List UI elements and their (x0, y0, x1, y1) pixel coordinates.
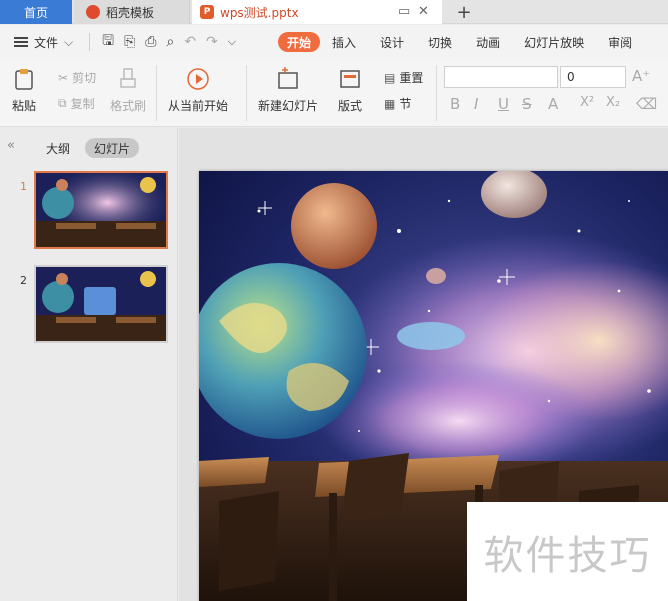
layout-icon (340, 70, 360, 88)
ribbon: 粘贴 ✂ 剪切 ⧉ 复制 格式刷 从当前开始 新建幻灯片 版式 ▤ 重置 ▦ 节 0 A… (0, 59, 668, 127)
tab-slideshow[interactable]: 幻灯片放映 (512, 32, 596, 52)
paste-label: 粘贴 (12, 99, 37, 113)
increase-font-icon[interactable]: A⁺ (632, 67, 650, 85)
quick-access-toolbar: 🖫 ⎘ ⎙ ⌕ ↶ ↷ ⌵ (87, 30, 236, 54)
slide-number: 2 (20, 274, 27, 287)
slide-panel: « 大纲 幻灯片 1 2 (0, 128, 178, 601)
paste-button[interactable]: 粘贴 (12, 67, 36, 114)
tab-animation[interactable]: 动画 (464, 32, 512, 52)
clipboard-icon (15, 69, 33, 90)
underline-button[interactable]: U (498, 95, 509, 113)
section-label: 节 (399, 97, 412, 111)
copy-label: 复制 (70, 97, 95, 111)
presentation-icon: P (200, 5, 214, 19)
tab-start[interactable]: 开始 (278, 32, 321, 52)
play-from-current-button[interactable]: 从当前开始 (168, 67, 228, 114)
tab-design[interactable]: 设计 (368, 32, 416, 52)
export-icon[interactable]: ⎘ (124, 34, 135, 50)
slide-thumbnail-1[interactable] (34, 171, 168, 249)
tab-review[interactable]: 审阅 (596, 32, 644, 52)
redo-icon[interactable]: ↷ (206, 34, 218, 50)
superscript-button[interactable]: X² (580, 95, 594, 110)
layout-label: 版式 (338, 99, 363, 113)
format-painter-button[interactable]: 格式刷 (110, 67, 146, 114)
menu-icon (14, 37, 28, 47)
copy-icon: ⧉ (58, 96, 67, 110)
format-painter-label: 格式刷 (110, 99, 147, 113)
bold-button[interactable]: B (450, 95, 460, 113)
scissors-icon: ✂ (58, 70, 69, 85)
tab-document[interactable]: P wps测试.pptx ▭ ✕ (192, 0, 442, 24)
cut-button[interactable]: ✂ 剪切 (58, 69, 96, 86)
save-icon[interactable]: 🖫 (102, 30, 114, 54)
docer-icon (86, 5, 100, 19)
copy-button[interactable]: ⧉ 复制 (58, 95, 95, 112)
subscript-button[interactable]: X₂ (606, 95, 620, 110)
slide-thumbnail-image (36, 173, 166, 247)
section-icon: ▦ (384, 96, 396, 111)
brush-icon (120, 68, 136, 88)
ribbon-tabs: 开始 插入 设计 切换 动画 幻灯片放映 审阅 (278, 25, 644, 59)
reset-button[interactable]: ▤ 重置 (384, 69, 423, 86)
strikethrough-button[interactable]: S (522, 95, 532, 113)
font-color-button[interactable]: A (548, 95, 558, 113)
watermark: 软件技巧 (467, 502, 668, 601)
eraser-icon[interactable]: ⌫ (636, 95, 657, 113)
play-from-current-label: 从当前开始 (168, 99, 229, 113)
slide-thumbnail-2[interactable] (34, 265, 168, 343)
collapse-panel-icon[interactable]: « (7, 138, 15, 153)
print-icon[interactable]: ⎙ (145, 34, 156, 50)
new-slide-icon (278, 67, 298, 89)
undo-icon[interactable]: ↶ (184, 34, 196, 50)
tab-slides[interactable]: 幻灯片 (85, 138, 140, 158)
tab-outline[interactable]: 大纲 (46, 138, 70, 158)
reset-icon: ▤ (384, 70, 396, 85)
more-icon[interactable]: ⌵ (228, 35, 236, 49)
close-icon[interactable]: ✕ (418, 4, 429, 19)
cut-label: 剪切 (72, 71, 97, 85)
slide-thumbnail-image (36, 267, 166, 341)
font-size-select[interactable]: 0 (560, 66, 626, 88)
font-name-select[interactable] (444, 66, 558, 88)
play-icon (187, 68, 209, 90)
menu-row: 文件 ⌵ 🖫 ⎘ ⎙ ⌕ ↶ ↷ ⌵ 开始 插入 设计 切换 动画 幻灯片放映 … (0, 25, 668, 59)
slide-number: 1 (20, 180, 27, 193)
tab-transition[interactable]: 切换 (416, 32, 464, 52)
tab-document-label: wps测试.pptx (220, 5, 299, 20)
reset-label: 重置 (399, 71, 424, 85)
tab-insert[interactable]: 插入 (320, 32, 368, 52)
layout-button[interactable]: 版式 (338, 67, 362, 114)
restore-icon[interactable]: ▭ (398, 4, 410, 19)
section-button[interactable]: ▦ 节 (384, 95, 411, 112)
print-preview-icon[interactable]: ⌕ (166, 34, 174, 50)
new-tab-button[interactable]: + (452, 0, 476, 24)
file-menu[interactable]: 文件 ⌵ (14, 34, 73, 51)
new-slide-button[interactable]: 新建幻灯片 (258, 67, 318, 114)
tab-templates[interactable]: 稻壳模板 (74, 0, 190, 24)
tab-home[interactable]: 首页 (0, 0, 72, 24)
tab-templates-label: 稻壳模板 (106, 5, 155, 20)
tab-bar: 首页 稻壳模板 P wps测试.pptx ▭ ✕ + (0, 0, 668, 24)
file-menu-label: 文件 (34, 35, 59, 50)
italic-button[interactable]: I (474, 95, 478, 113)
chevron-down-icon: ⌵ (64, 34, 74, 49)
new-slide-label: 新建幻灯片 (258, 99, 319, 113)
